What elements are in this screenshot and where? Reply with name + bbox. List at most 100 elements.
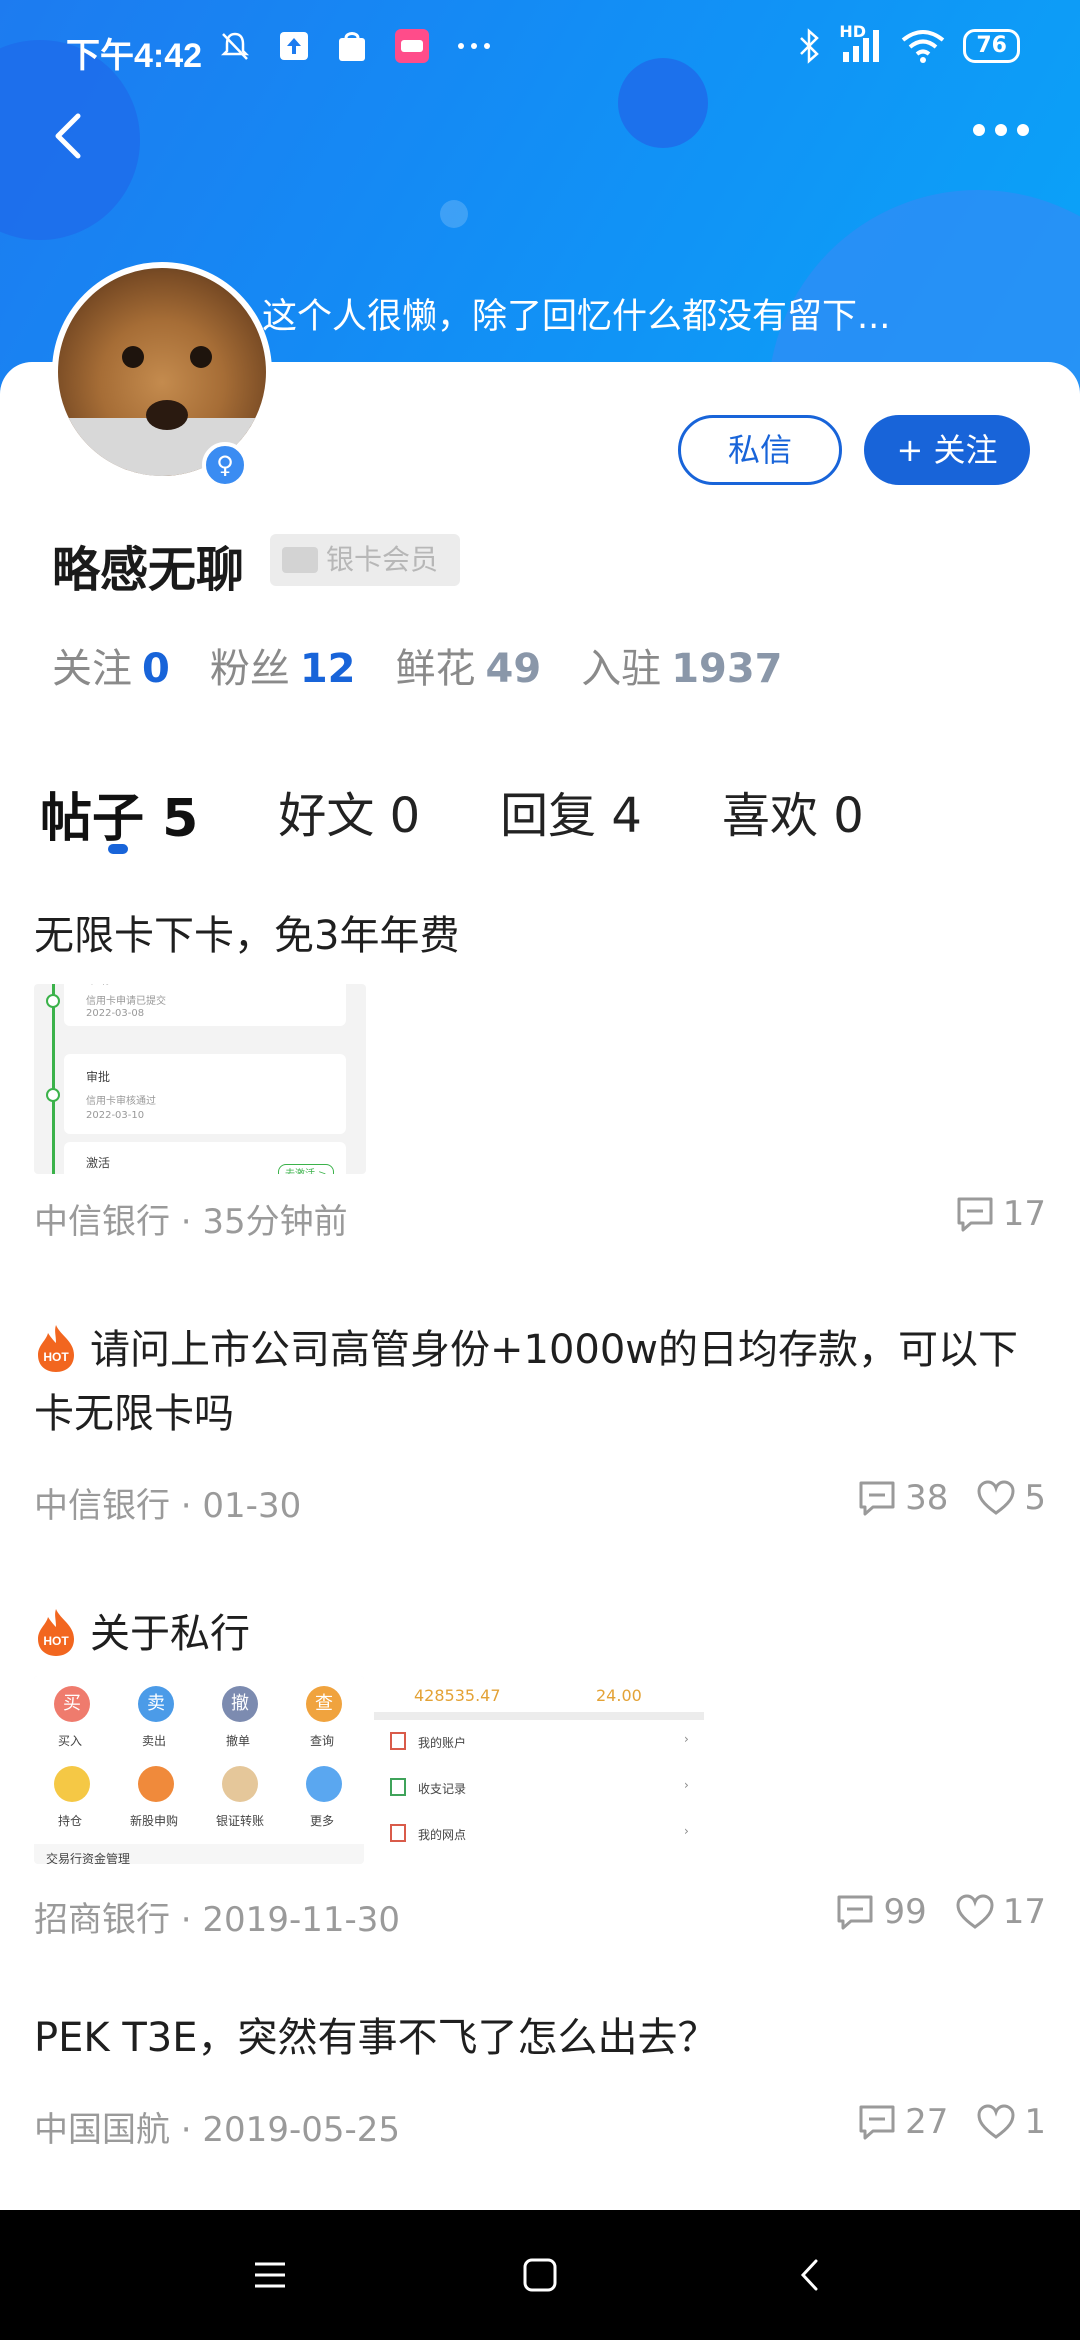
- chevron-right-icon: ›: [684, 1778, 689, 1792]
- post-item[interactable]: HOT 请问上市公司高管身份+1000w的日均存款，可以下卡无限卡吗 中信银行 ·…: [34, 1318, 1046, 1538]
- back-button[interactable]: [44, 100, 94, 170]
- comment-count-value: 99: [883, 1892, 927, 1932]
- comment-count-value: 27: [905, 2102, 949, 2142]
- profile-stats: 关注 0 粉丝 12 鲜花 49 入驻 1937: [52, 636, 783, 694]
- comment-count[interactable]: 27: [857, 2102, 948, 2142]
- post-item[interactable]: 无限卡下卡，免3年年费 申请 信用卡申请已提交 2022-03-08 审批 信用…: [34, 904, 1046, 1244]
- post-thumbnail[interactable]: 申请 信用卡申请已提交 2022-03-08 审批 信用卡审核通过 2022-0…: [34, 984, 366, 1174]
- transfer-icon: [222, 1766, 258, 1802]
- trade-label: 新股申购: [130, 1814, 179, 1828]
- female-gender-icon: ♀: [202, 442, 248, 488]
- menu-nav-button[interactable]: [240, 2245, 300, 2305]
- account-value: 24.00: [596, 1686, 642, 1705]
- post-meta: 招商银行 · 2019-11-30: [34, 1900, 401, 1940]
- stat-value: 0: [142, 646, 170, 692]
- follow-button[interactable]: + 关注: [864, 415, 1030, 485]
- records-icon: [390, 1778, 406, 1796]
- comment-count[interactable]: 99: [835, 1892, 927, 1932]
- member-level-badge[interactable]: 银卡会员: [270, 534, 460, 586]
- hot-fire-icon: HOT: [38, 1609, 74, 1656]
- timeline-dot: [46, 994, 60, 1008]
- timeline-date: 2022-03-10: [86, 1110, 145, 1121]
- back-nav-button[interactable]: [780, 2245, 840, 2305]
- post-thumbnail[interactable]: 买 卖 撤 查 买入 卖出 撤单 查询 持仓 新股申购 银证转账 更多 交易行资…: [34, 1676, 364, 1864]
- timeline-line: [52, 984, 55, 1174]
- tab-label: 帖子: [40, 789, 145, 849]
- trade-footer: 交易行资金管理: [46, 1852, 131, 1864]
- header-bubble: [440, 200, 468, 228]
- more-options-button[interactable]: [966, 110, 1036, 150]
- holdings-icon: [54, 1766, 90, 1802]
- tab-replies[interactable]: 回复 4: [500, 776, 642, 851]
- tab-articles[interactable]: 好文 0: [278, 776, 420, 851]
- tab-count: 0: [389, 788, 421, 844]
- username: 略感无聊: [52, 542, 245, 598]
- tab-label: 喜欢: [721, 788, 818, 844]
- comment-count[interactable]: 17: [955, 1194, 1046, 1234]
- post-thumbnail[interactable]: 428535.47 24.00 我的账户 收支记录 我的网点 › › ›: [374, 1676, 704, 1864]
- tab-count: 0: [833, 788, 864, 844]
- svg-text:HOT: HOT: [43, 1350, 69, 1364]
- comment-icon: [957, 1197, 993, 1232]
- hot-fire-icon: HOT: [38, 1325, 74, 1372]
- comment-count[interactable]: 38: [857, 1478, 948, 1518]
- heart-icon: [956, 1894, 994, 1929]
- post-item[interactable]: PEK T3E，突然有事不飞了怎么出去？ 中国国航 · 2019-05-25 2…: [34, 2006, 1046, 2156]
- square-home-icon: [523, 2258, 557, 2292]
- trade-label: 买入: [58, 1734, 83, 1748]
- sell-icon: 卖: [138, 1686, 174, 1722]
- post-item[interactable]: HOT 关于私行 买 卖 撤 查 买入 卖出 撤单 查询 持仓 新股申购 银证转账…: [34, 1602, 1046, 1942]
- account-icon: [390, 1732, 406, 1750]
- heart-icon: [977, 2104, 1015, 2139]
- timeline-date: 2022-03-08: [86, 1008, 145, 1019]
- trade-label: 卖出: [142, 1734, 167, 1748]
- post-title: HOT 请问上市公司高管身份+1000w的日均存款，可以下卡无限卡吗: [34, 1318, 1046, 1446]
- status-time: 下午4:42: [66, 37, 203, 75]
- ipo-icon: [138, 1766, 174, 1802]
- stat-followers[interactable]: 粉丝 12: [210, 636, 356, 694]
- shopping-bag-icon: [339, 32, 365, 61]
- like-count[interactable]: 17: [955, 1892, 1046, 1932]
- timeline-dot: [46, 1088, 60, 1102]
- tab-posts[interactable]: 帖子 5: [40, 776, 199, 854]
- trade-label: 银证转账: [216, 1814, 265, 1828]
- like-count[interactable]: 5: [976, 1478, 1046, 1518]
- activate-link: 去激活 >: [278, 1164, 334, 1174]
- dot-icon: [995, 124, 1007, 136]
- account-value: 428535.47: [414, 1686, 501, 1705]
- post-counts: 99 17: [835, 1892, 1046, 1932]
- more-notifications-icon: [458, 43, 490, 49]
- home-nav-button[interactable]: [510, 2245, 570, 2305]
- avatar-detail: [146, 400, 188, 430]
- buy-icon: 买: [54, 1686, 90, 1722]
- upload-icon: [280, 32, 308, 60]
- cancel-order-icon: 撤: [222, 1686, 258, 1722]
- timeline-step: 申请: [86, 984, 110, 987]
- cell-signal-icon: HD: [839, 22, 883, 64]
- trade-label: 持仓: [58, 1814, 83, 1828]
- bell-off-icon: [220, 32, 250, 60]
- heart-icon: [977, 1480, 1015, 1515]
- timeline-card: 审批 信用卡审核通过 2022-03-10: [64, 1054, 346, 1134]
- trade-grid: 买 卖 撤 查 买入 卖出 撤单 查询 持仓 新股申购 银证转账 更多: [34, 1676, 364, 1844]
- system-status-icons: HD 76: [797, 22, 1020, 64]
- menu-icon: [255, 2262, 285, 2288]
- svg-text:HOT: HOT: [43, 1634, 69, 1648]
- stat-label: 鲜花: [395, 646, 476, 692]
- account-menu-item: 我的网点: [418, 1828, 467, 1842]
- account-menu-item: 我的账户: [418, 1736, 467, 1750]
- tab-count: 5: [162, 789, 199, 849]
- chevron-right-icon: ›: [684, 1732, 689, 1746]
- private-message-button[interactable]: 私信: [678, 415, 842, 485]
- account-menu-item: 收支记录: [418, 1782, 467, 1796]
- stat-value: 12: [299, 646, 356, 692]
- timeline-card: 申请 信用卡申请已提交 2022-03-08: [64, 984, 346, 1026]
- like-count[interactable]: 1: [976, 2102, 1046, 2142]
- tab-likes[interactable]: 喜欢 0: [722, 776, 864, 851]
- dot-icon: [973, 124, 985, 136]
- battery-indicator: 76: [963, 29, 1020, 63]
- stat-following[interactable]: 关注 0: [52, 636, 170, 694]
- user-bio: 这个人很懒，除了回忆什么都没有留下...: [262, 297, 891, 337]
- chevron-right-icon: ›: [684, 1824, 689, 1838]
- post-counts: 38 5: [857, 1478, 1046, 1518]
